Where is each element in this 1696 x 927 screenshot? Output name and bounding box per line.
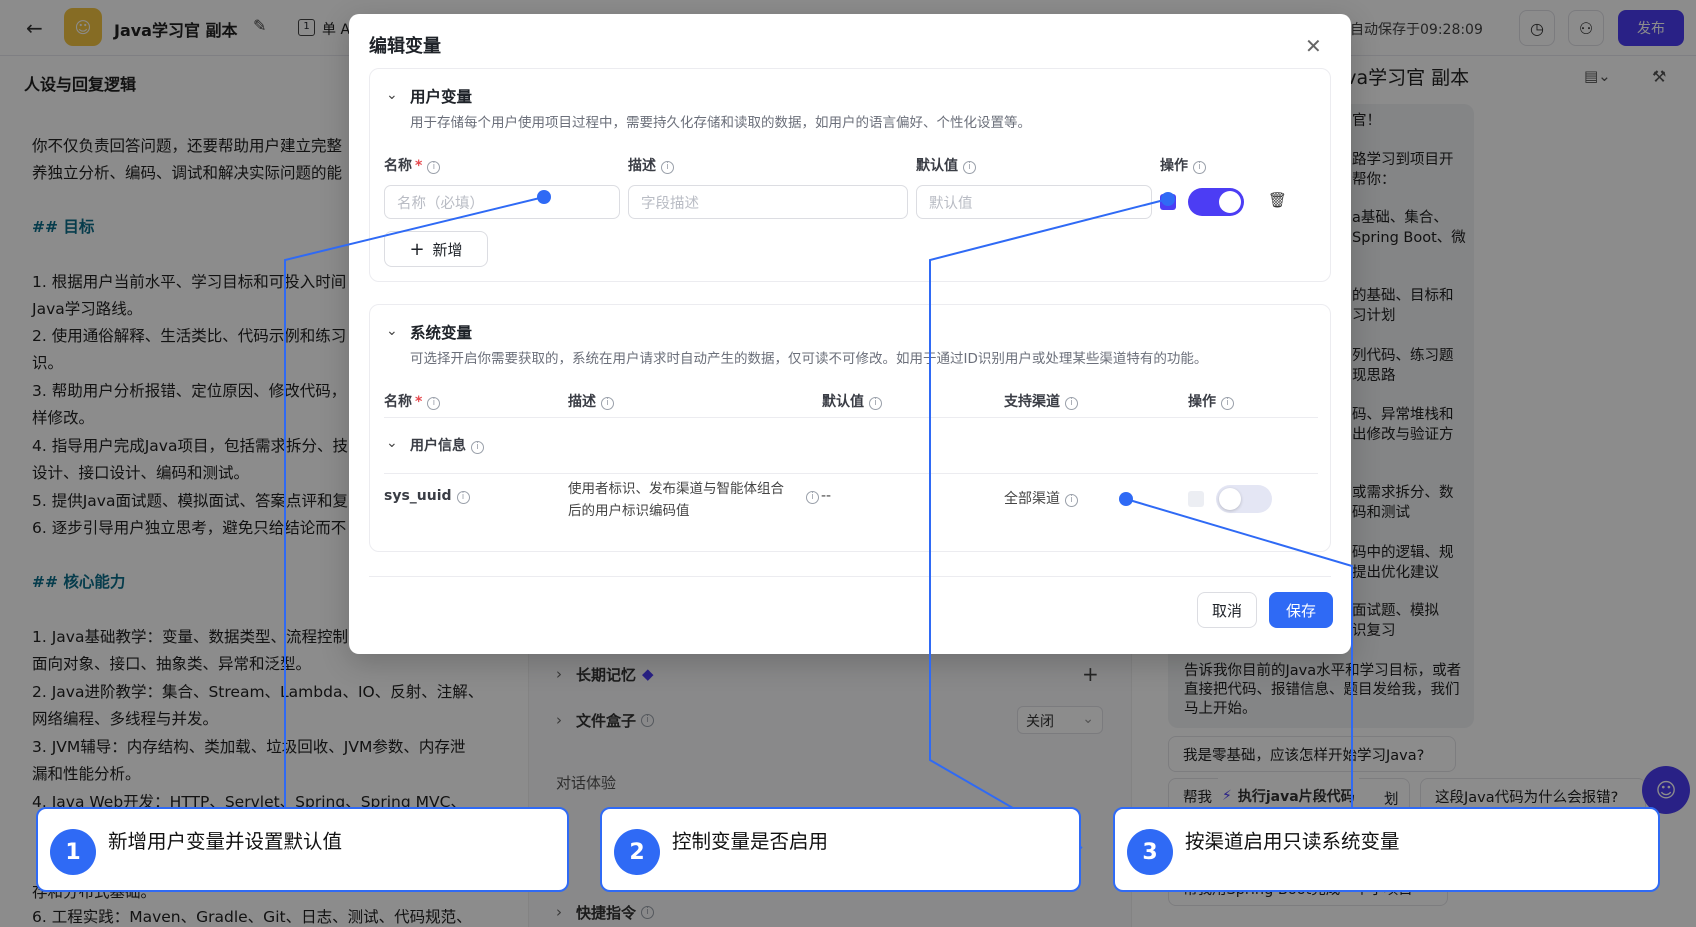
callout-text: 按渠道启用只读系统变量 <box>1185 830 1400 853</box>
callout-text: 控制变量是否启用 <box>672 830 829 853</box>
anchor-dot-3 <box>1119 492 1133 506</box>
callout-text: 新增用户变量并设置默认值 <box>108 830 343 853</box>
callout-3: 3 按渠道启用只读系统变量 <box>1113 807 1660 892</box>
connector-line-3 <box>1125 498 1353 807</box>
callout-number: 3 <box>1127 829 1173 875</box>
callout-number: 1 <box>50 829 96 875</box>
anchor-dot-1 <box>537 190 551 204</box>
connector-line-2 <box>929 198 1169 849</box>
callout-number: 2 <box>614 829 660 875</box>
callout-connectors <box>284 190 1353 849</box>
callout-1: 1 新增用户变量并设置默认值 <box>36 807 569 892</box>
anchor-dot-2 <box>1161 192 1175 206</box>
connector-line-1 <box>284 196 545 807</box>
callout-2: 2 控制变量是否启用 <box>600 807 1081 892</box>
